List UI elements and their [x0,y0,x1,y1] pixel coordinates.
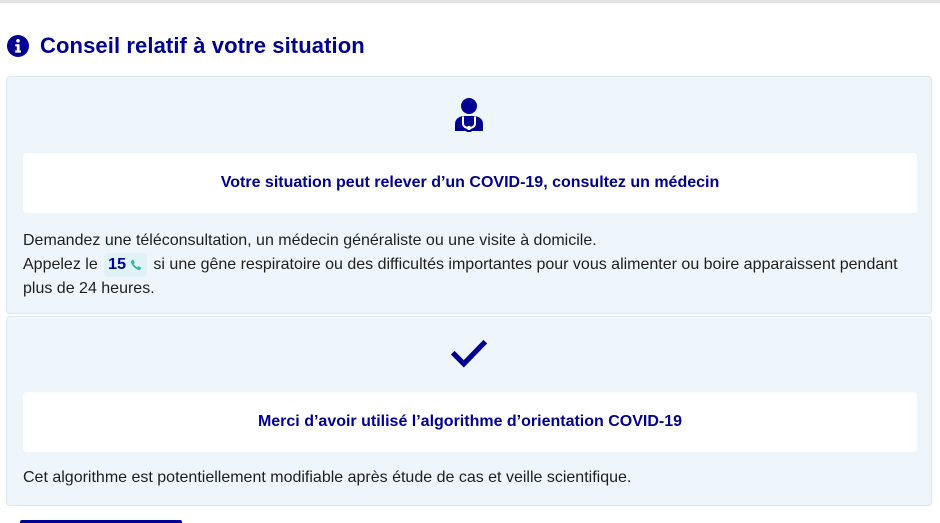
top-divider [0,0,940,3]
advice-line-2-end: si une gêne respiratoire ou des difficul… [23,256,898,297]
algorithm-disclaimer: Cet algorithme est potentiellement modif… [23,469,632,486]
advice-text: Demandez une téléconsultation, un médeci… [23,229,923,301]
advice-line-2: Appelez le 15 si une gêne respiratoire o… [23,253,923,301]
advice-line-1: Demandez une téléconsultation, un médeci… [23,232,597,249]
checkmark-icon [451,339,487,368]
thanks-notice: Merci d’avoir utilisé l’algorithme d’ori… [23,392,917,452]
phone-number: 15 [108,256,126,273]
phone-icon [130,259,142,271]
section-header: Conseil relatif à votre situation [6,32,365,60]
section-title: Conseil relatif à votre situation [40,33,365,58]
thanks-card: Merci d’avoir utilisé l’algorithme d’ori… [6,316,932,506]
phone-link-15[interactable]: 15 [104,253,147,277]
advice-line-2-start: Appelez le [23,256,98,273]
doctor-icon [455,98,483,132]
advice-card: Votre situation peut relever d’un COVID-… [6,76,932,314]
consult-doctor-notice: Votre situation peut relever d’un COVID-… [23,153,917,213]
info-icon [7,35,29,57]
